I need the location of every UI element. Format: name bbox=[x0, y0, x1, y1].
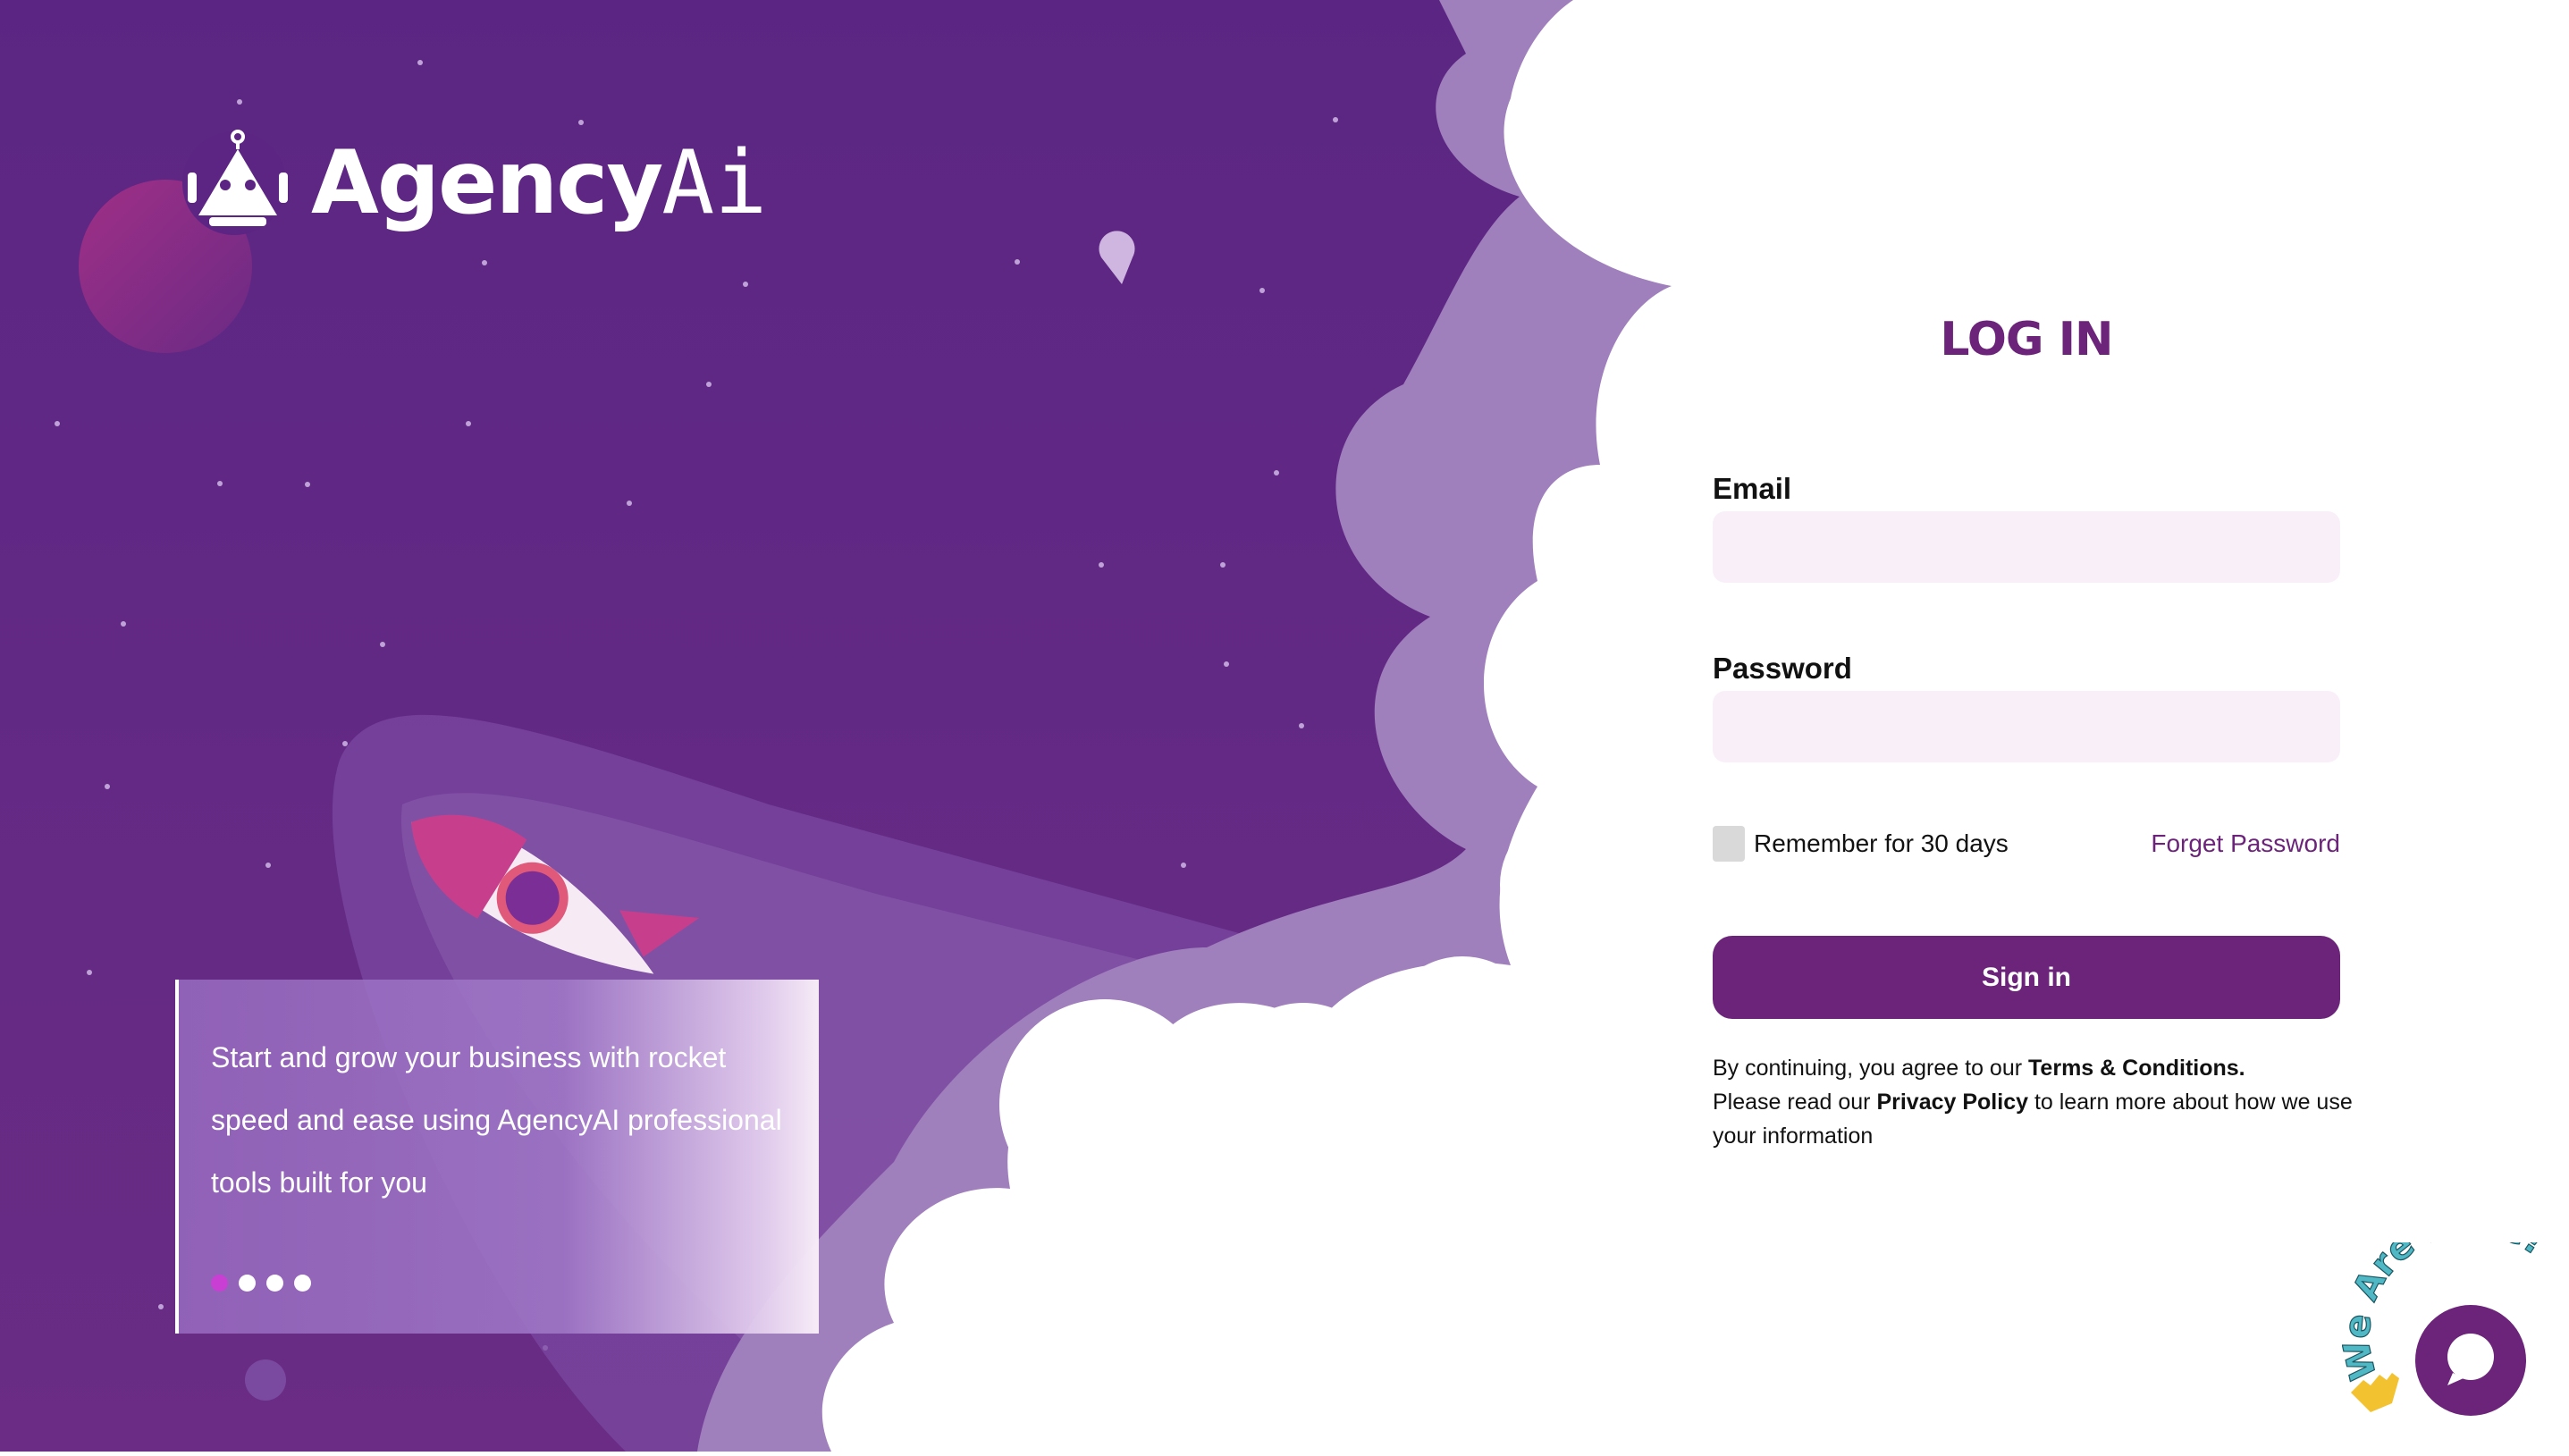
remember-checkbox[interactable] bbox=[1713, 826, 1745, 862]
remember-label: Remember for 30 days bbox=[1754, 829, 2009, 857]
robot-icon bbox=[188, 130, 288, 226]
privacy-policy-link[interactable]: Privacy Policy bbox=[1876, 1090, 2028, 1115]
brand-name: AgencyAi bbox=[311, 132, 768, 234]
sign-in-button[interactable]: Sign in bbox=[1713, 936, 2340, 1019]
carousel-dots bbox=[211, 1275, 311, 1292]
forgot-password-link[interactable]: Forget Password bbox=[2149, 829, 2340, 858]
terms-link[interactable]: Terms & Conditions. bbox=[2028, 1056, 2245, 1081]
carousel-dot-1[interactable] bbox=[211, 1275, 228, 1292]
carousel-dot-2[interactable] bbox=[239, 1275, 256, 1292]
brand-logo[interactable]: AgencyAi bbox=[184, 125, 767, 241]
help-chat-widget[interactable]: We Are Here! bbox=[2336, 1201, 2569, 1452]
carousel-dot-4[interactable] bbox=[294, 1275, 311, 1292]
chat-bubble-icon[interactable]: We Are Here! bbox=[2336, 1201, 2569, 1452]
password-field[interactable] bbox=[1713, 691, 2340, 762]
terms-notice: By continuing, you agree to our Terms & … bbox=[1713, 1056, 2353, 1149]
email-field[interactable] bbox=[1713, 511, 2340, 583]
page-title: LOG IN bbox=[1940, 313, 2113, 366]
promo-text: Start and grow your business with rocket… bbox=[211, 1041, 782, 1199]
email-label: Email bbox=[1713, 472, 1792, 505]
password-label: Password bbox=[1713, 652, 1852, 685]
carousel-dot-3[interactable] bbox=[266, 1275, 283, 1292]
small-planet bbox=[245, 1359, 286, 1401]
remember-option[interactable]: Remember for 30 days bbox=[1713, 826, 2009, 862]
promo-card: Start and grow your business with rocket… bbox=[175, 980, 819, 1334]
